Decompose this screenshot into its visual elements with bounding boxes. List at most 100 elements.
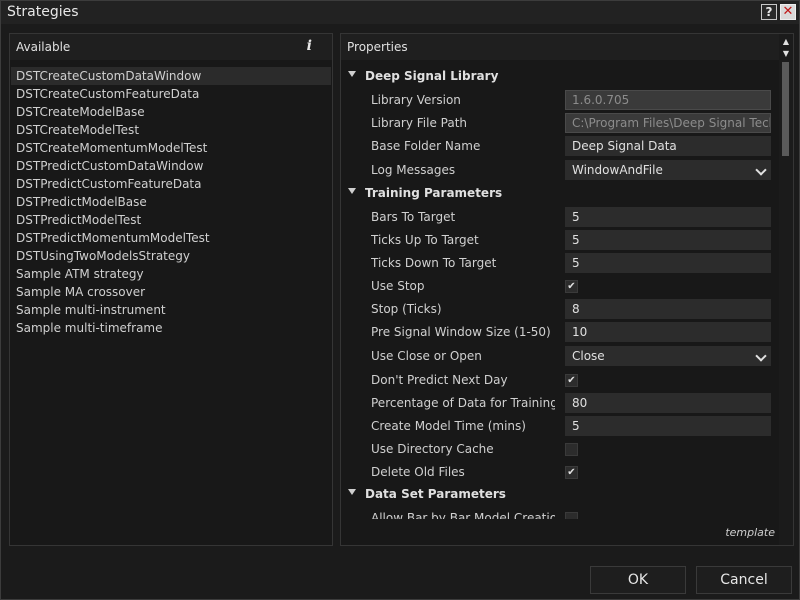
prop-allow-bar-by-bar: Allow Bar by Bar Model Creation (341, 507, 777, 519)
prop-label: Stop (Ticks) (371, 302, 442, 316)
prop-label: Library Version (371, 93, 461, 107)
strategy-item[interactable]: DSTPredictCustomFeatureData (11, 175, 331, 193)
create-model-time-field[interactable]: 5 (565, 416, 771, 436)
use-close-or-open-select[interactable]: Close (565, 346, 771, 366)
scrollbar-thumb[interactable] (782, 62, 789, 156)
prop-label: Use Close or Open (371, 349, 482, 363)
strategy-item[interactable]: Sample ATM strategy (11, 265, 331, 283)
log-messages-select[interactable]: WindowAndFile (565, 160, 771, 180)
strategy-item[interactable]: DSTUsingTwoModelsStrategy (11, 247, 331, 265)
use-directory-cache-checkbox[interactable] (565, 443, 578, 456)
available-header: Available i (10, 34, 332, 60)
strategy-item[interactable]: DSTPredictCustomDataWindow (11, 157, 331, 175)
prop-label: Ticks Down To Target (371, 256, 497, 270)
prop-use-close-or-open: Use Close or Open Close (341, 345, 777, 367)
properties-title: Properties (347, 40, 408, 54)
prop-label: Log Messages (371, 163, 456, 177)
prop-dont-predict-next-day: Don't Predict Next Day ✔ (341, 369, 777, 391)
prop-label: Create Model Time (mins) (371, 419, 526, 433)
prop-label: Bars To Target (371, 210, 456, 224)
prop-use-directory-cache: Use Directory Cache (341, 438, 777, 460)
cancel-button[interactable]: Cancel (696, 566, 792, 594)
scroll-down-icon[interactable]: ▼ (779, 48, 793, 60)
properties-scrollbar[interactable]: ▲ ▼ (779, 34, 793, 545)
category-label: Training Parameters (365, 186, 503, 200)
prop-label: Delete Old Files (371, 465, 465, 479)
ticks-down-to-target-field[interactable]: 5 (565, 253, 771, 273)
category-label: Data Set Parameters (365, 487, 506, 501)
prop-percentage-of-data: Percentage of Data for Training (... 80 (341, 392, 777, 414)
prop-base-folder-name: Base Folder Name Deep Signal Data (341, 135, 777, 157)
chevron-down-icon (755, 350, 767, 362)
allow-bar-by-bar-checkbox[interactable] (565, 512, 578, 519)
pre-signal-window-size-field[interactable]: 10 (565, 322, 771, 342)
prop-ticks-down-to-target: Ticks Down To Target 5 (341, 252, 777, 274)
prop-bars-to-target: Bars To Target 5 (341, 206, 777, 228)
prop-library-file-path: Library File Path C:\Program Files\Deep … (341, 112, 777, 134)
strategy-item[interactable]: DSTCreateCustomFeatureData (11, 85, 331, 103)
library-version-field: 1.6.0.705 (565, 90, 771, 110)
properties-header: Properties (341, 34, 793, 60)
prop-label: Don't Predict Next Day (371, 373, 508, 387)
strategy-list: DSTCreateCustomDataWindow DSTCreateCustom… (11, 67, 331, 337)
strategy-item[interactable]: DSTCreateCustomDataWindow (11, 67, 331, 85)
category-data-set-parameters[interactable]: Data Set Parameters (341, 484, 777, 506)
strategy-item[interactable]: DSTPredictModelBase (11, 193, 331, 211)
prop-label: Library File Path (371, 116, 468, 130)
strategy-item[interactable]: Sample MA crossover (11, 283, 331, 301)
property-grid: Deep Signal Library Library Version 1.6.… (341, 64, 777, 519)
strategy-item[interactable]: DSTCreateMomentumModelTest (11, 139, 331, 157)
ticks-up-to-target-field[interactable]: 5 (565, 230, 771, 250)
category-training-parameters[interactable]: Training Parameters (341, 183, 777, 205)
prop-label: Percentage of Data for Training (... (371, 396, 555, 410)
prop-label: Ticks Up To Target (371, 233, 479, 247)
window-title: Strategies (7, 4, 79, 20)
ok-button[interactable]: OK (590, 566, 686, 594)
info-icon[interactable]: i (307, 38, 312, 54)
prop-log-messages: Log Messages WindowAndFile (341, 159, 777, 181)
collapse-triangle-icon[interactable] (348, 489, 356, 495)
delete-old-files-checkbox[interactable]: ✔ (565, 466, 578, 479)
use-stop-checkbox[interactable]: ✔ (565, 280, 578, 293)
title-bar: Strategies ? ✕ (1, 1, 799, 24)
use-close-or-open-value: Close (572, 349, 605, 363)
close-button[interactable]: ✕ (780, 4, 796, 20)
stop-ticks-field[interactable]: 8 (565, 299, 771, 319)
prop-label: Base Folder Name (371, 139, 481, 153)
strategy-item[interactable]: Sample multi-instrument (11, 301, 331, 319)
help-button[interactable]: ? (761, 4, 777, 20)
collapse-triangle-icon[interactable] (348, 71, 356, 77)
log-messages-value: WindowAndFile (572, 163, 663, 177)
prop-library-version: Library Version 1.6.0.705 (341, 89, 777, 111)
percentage-of-data-field[interactable]: 80 (565, 393, 771, 413)
prop-label: Use Directory Cache (371, 442, 494, 456)
prop-pre-signal-window-size: Pre Signal Window Size (1-50) 10 (341, 321, 777, 343)
collapse-triangle-icon[interactable] (348, 188, 356, 194)
available-title: Available (16, 40, 71, 54)
prop-label: Pre Signal Window Size (1-50) (371, 325, 551, 339)
prop-use-stop: Use Stop ✔ (341, 275, 777, 297)
strategy-item[interactable]: DSTCreateModelTest (11, 121, 331, 139)
strategy-item[interactable]: Sample multi-timeframe (11, 319, 331, 337)
available-panel: Available i DSTCreateCustomDataWindow DST… (9, 33, 333, 546)
chevron-down-icon (755, 164, 767, 176)
prop-create-model-time: Create Model Time (mins) 5 (341, 415, 777, 437)
dont-predict-next-day-checkbox[interactable]: ✔ (565, 374, 578, 387)
strategies-dialog: Strategies ? ✕ Available i DSTCreateCust… (0, 0, 800, 600)
prop-stop-ticks: Stop (Ticks) 8 (341, 298, 777, 320)
properties-panel: Properties Deep Signal Library Library V… (340, 33, 794, 546)
scroll-up-icon[interactable]: ▲ (779, 36, 793, 48)
prop-delete-old-files: Delete Old Files ✔ (341, 461, 777, 483)
prop-label: Allow Bar by Bar Model Creation (371, 511, 555, 519)
base-folder-name-field[interactable]: Deep Signal Data (565, 136, 771, 156)
template-link[interactable]: template (725, 526, 775, 539)
prop-label: Use Stop (371, 279, 425, 293)
category-deep-signal-library[interactable]: Deep Signal Library (341, 66, 777, 88)
bars-to-target-field[interactable]: 5 (565, 207, 771, 227)
strategy-item[interactable]: DSTPredictMomentumModelTest (11, 229, 331, 247)
strategy-item[interactable]: DSTPredictModelTest (11, 211, 331, 229)
category-label: Deep Signal Library (365, 69, 499, 83)
strategy-item[interactable]: DSTCreateModelBase (11, 103, 331, 121)
library-file-path-field: C:\Program Files\Deep Signal Tech\D (565, 113, 771, 133)
prop-ticks-up-to-target: Ticks Up To Target 5 (341, 229, 777, 251)
